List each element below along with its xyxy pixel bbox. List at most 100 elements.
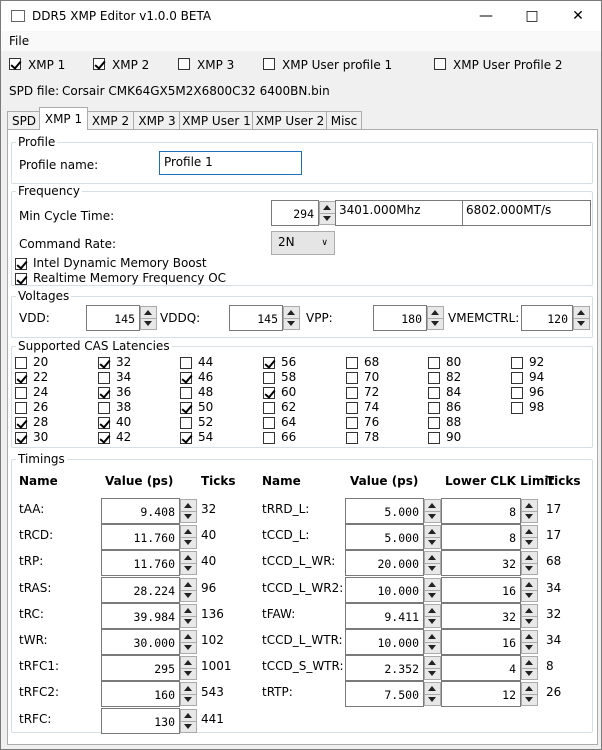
- min-cycle-input[interactable]: 294: [271, 200, 319, 226]
- cas-checkbox-76[interactable]: [346, 417, 358, 429]
- vdd-input[interactable]: 145: [86, 305, 140, 331]
- timing-taa-input[interactable]: 9.408: [101, 498, 180, 524]
- timing-taa-spinner[interactable]: [180, 499, 197, 523]
- timing-trfc-input[interactable]: 130: [101, 707, 180, 734]
- cas-checkbox-80[interactable]: [428, 357, 440, 369]
- timing-tras-input[interactable]: 28.224: [101, 576, 180, 603]
- timing-tfaw-input[interactable]: 9.411: [345, 602, 424, 629]
- cas-checkbox-24[interactable]: [15, 387, 27, 399]
- timing-trtp-limit-spinner[interactable]: [521, 682, 538, 707]
- timing-twr-input[interactable]: 30.000: [101, 629, 180, 655]
- timing-tfaw-limit-input[interactable]: 32: [441, 602, 521, 629]
- spin-down-icon[interactable]: [284, 318, 299, 329]
- cas-checkbox-62[interactable]: [263, 402, 275, 414]
- spin-down-icon[interactable]: [425, 642, 440, 653]
- tab-spd[interactable]: SPD: [7, 111, 41, 130]
- cas-checkbox-26[interactable]: [15, 402, 27, 414]
- timing-trfc1-input[interactable]: 295: [101, 655, 180, 682]
- cas-checkbox-90[interactable]: [428, 432, 440, 444]
- min-cycle-spinner[interactable]: [319, 201, 336, 225]
- timing-trfc-spinner[interactable]: [180, 708, 197, 733]
- timing-tccd_l_wr2-limit-input[interactable]: 16: [441, 576, 521, 603]
- vddq-input[interactable]: 145: [229, 305, 283, 331]
- cas-checkbox-92[interactable]: [511, 357, 523, 369]
- cas-checkbox-48[interactable]: [180, 387, 192, 399]
- spin-down-icon[interactable]: [320, 213, 335, 224]
- cas-checkbox-86[interactable]: [428, 402, 440, 414]
- cas-checkbox-50[interactable]: [180, 402, 192, 414]
- spin-down-icon[interactable]: [181, 590, 196, 601]
- timing-tccd_s_wtr-limit-spinner[interactable]: [521, 656, 538, 681]
- profile-checkbox-1[interactable]: [9, 58, 21, 70]
- cas-checkbox-44[interactable]: [180, 357, 192, 369]
- close-button[interactable]: ✕: [555, 1, 601, 31]
- spin-down-icon[interactable]: [574, 318, 589, 329]
- tab-misc[interactable]: Misc: [326, 111, 362, 130]
- spin-down-icon[interactable]: [181, 511, 196, 522]
- timing-tccd_l-spinner[interactable]: [424, 525, 441, 550]
- spin-down-icon[interactable]: [428, 318, 443, 329]
- cas-checkbox-58[interactable]: [263, 372, 275, 384]
- cas-checkbox-98[interactable]: [511, 402, 523, 414]
- minimize-button[interactable]: —: [463, 1, 509, 31]
- timing-trrd_l-limit-input[interactable]: 8: [441, 498, 521, 524]
- timing-trrd_l-spinner[interactable]: [424, 499, 441, 523]
- spin-down-icon[interactable]: [425, 590, 440, 601]
- cas-checkbox-94[interactable]: [511, 372, 523, 384]
- cas-checkbox-64[interactable]: [263, 417, 275, 429]
- spin-down-icon[interactable]: [522, 642, 537, 653]
- rmfo-checkbox[interactable]: [15, 273, 27, 285]
- timing-trc-input[interactable]: 39.984: [101, 602, 180, 629]
- cas-checkbox-60[interactable]: [263, 387, 275, 399]
- profile-checkbox-4[interactable]: [263, 58, 275, 70]
- timing-trp-input[interactable]: 11.760: [101, 550, 180, 577]
- spin-down-icon[interactable]: [522, 694, 537, 705]
- tab-xmp-1[interactable]: XMP 1: [39, 107, 88, 130]
- spin-down-icon[interactable]: [181, 694, 196, 705]
- spin-down-icon[interactable]: [181, 668, 196, 679]
- cas-checkbox-40[interactable]: [98, 417, 110, 429]
- profile-name-input[interactable]: Profile 1: [159, 151, 302, 175]
- vdd-spinner[interactable]: [140, 306, 157, 330]
- timing-tccd_l_wr-spinner[interactable]: [424, 551, 441, 576]
- timing-tccd_l_wr2-spinner[interactable]: [424, 577, 441, 602]
- timing-trrd_l-limit-spinner[interactable]: [521, 499, 538, 523]
- idmb-checkbox[interactable]: [15, 258, 27, 270]
- timing-tccd_l_wtr-spinner[interactable]: [424, 630, 441, 654]
- cas-checkbox-46[interactable]: [180, 372, 192, 384]
- spin-down-icon[interactable]: [181, 537, 196, 548]
- spin-down-icon[interactable]: [425, 668, 440, 679]
- timing-tccd_l_wtr-input[interactable]: 10.000: [345, 629, 424, 655]
- spin-down-icon[interactable]: [425, 537, 440, 548]
- timing-tccd_l_wtr-limit-input[interactable]: 16: [441, 629, 521, 655]
- timing-tccd_l_wr2-input[interactable]: 10.000: [345, 576, 424, 603]
- timing-trc-spinner[interactable]: [180, 603, 197, 628]
- cas-checkbox-22[interactable]: [15, 372, 27, 384]
- cas-checkbox-32[interactable]: [98, 357, 110, 369]
- vddq-spinner[interactable]: [283, 306, 300, 330]
- vpp-input[interactable]: 180: [373, 305, 427, 331]
- timing-tccd_l_wtr-limit-spinner[interactable]: [521, 630, 538, 654]
- cas-checkbox-28[interactable]: [15, 417, 27, 429]
- cas-checkbox-30[interactable]: [15, 432, 27, 444]
- timing-trfc1-spinner[interactable]: [180, 656, 197, 681]
- spin-down-icon[interactable]: [522, 668, 537, 679]
- timing-trtp-spinner[interactable]: [424, 682, 441, 707]
- cas-checkbox-72[interactable]: [346, 387, 358, 399]
- profile-checkbox-2[interactable]: [93, 58, 105, 70]
- cas-checkbox-78[interactable]: [346, 432, 358, 444]
- timing-tccd_s_wtr-limit-input[interactable]: 4: [441, 655, 521, 682]
- spin-down-icon[interactable]: [522, 537, 537, 548]
- vmemctrl-spinner[interactable]: [573, 306, 590, 330]
- timing-tfaw-limit-spinner[interactable]: [521, 603, 538, 628]
- cas-checkbox-38[interactable]: [98, 402, 110, 414]
- timing-tccd_l_wr-limit-input[interactable]: 32: [441, 550, 521, 577]
- spin-down-icon[interactable]: [181, 642, 196, 653]
- timing-tccd_l-limit-spinner[interactable]: [521, 525, 538, 550]
- cas-checkbox-82[interactable]: [428, 372, 440, 384]
- cas-checkbox-56[interactable]: [263, 357, 275, 369]
- timing-tras-spinner[interactable]: [180, 577, 197, 602]
- cas-checkbox-42[interactable]: [98, 432, 110, 444]
- profile-checkbox-5[interactable]: [434, 58, 446, 70]
- tab-xmp-user-1[interactable]: XMP User 1: [179, 111, 254, 130]
